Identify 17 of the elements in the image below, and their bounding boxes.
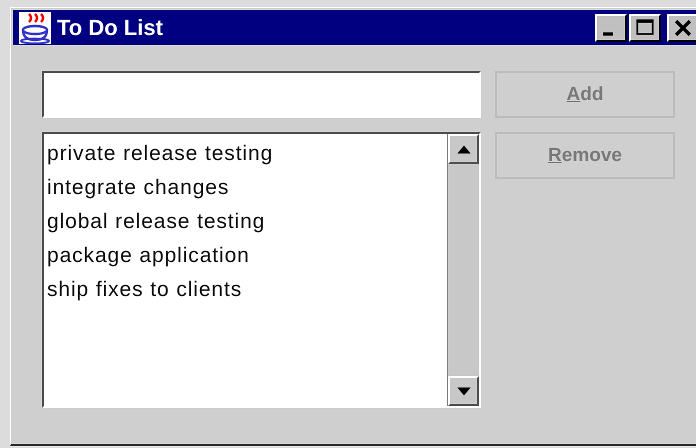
- close-button[interactable]: [667, 14, 696, 42]
- down-arrow-icon: [456, 386, 472, 396]
- list-item[interactable]: integrate changes: [47, 171, 447, 205]
- coffee-cup-icon: [19, 12, 51, 44]
- up-arrow-icon: [456, 144, 472, 154]
- scroll-up-button[interactable]: [448, 134, 479, 164]
- minimize-icon: [603, 32, 613, 36]
- window-title: To Do List: [57, 14, 164, 40]
- list-item[interactable]: private release testing: [47, 137, 447, 171]
- input-field[interactable]: [42, 71, 481, 118]
- scroll-bar[interactable]: [447, 134, 479, 406]
- maximize-button[interactable]: [629, 14, 661, 42]
- list-item[interactable]: package application: [47, 239, 447, 273]
- list-item[interactable]: global release testing: [47, 205, 447, 239]
- list-item[interactable]: ship fixes to clients: [47, 273, 447, 307]
- scroll-down-button[interactable]: [448, 376, 479, 406]
- minimize-button[interactable]: [595, 14, 627, 42]
